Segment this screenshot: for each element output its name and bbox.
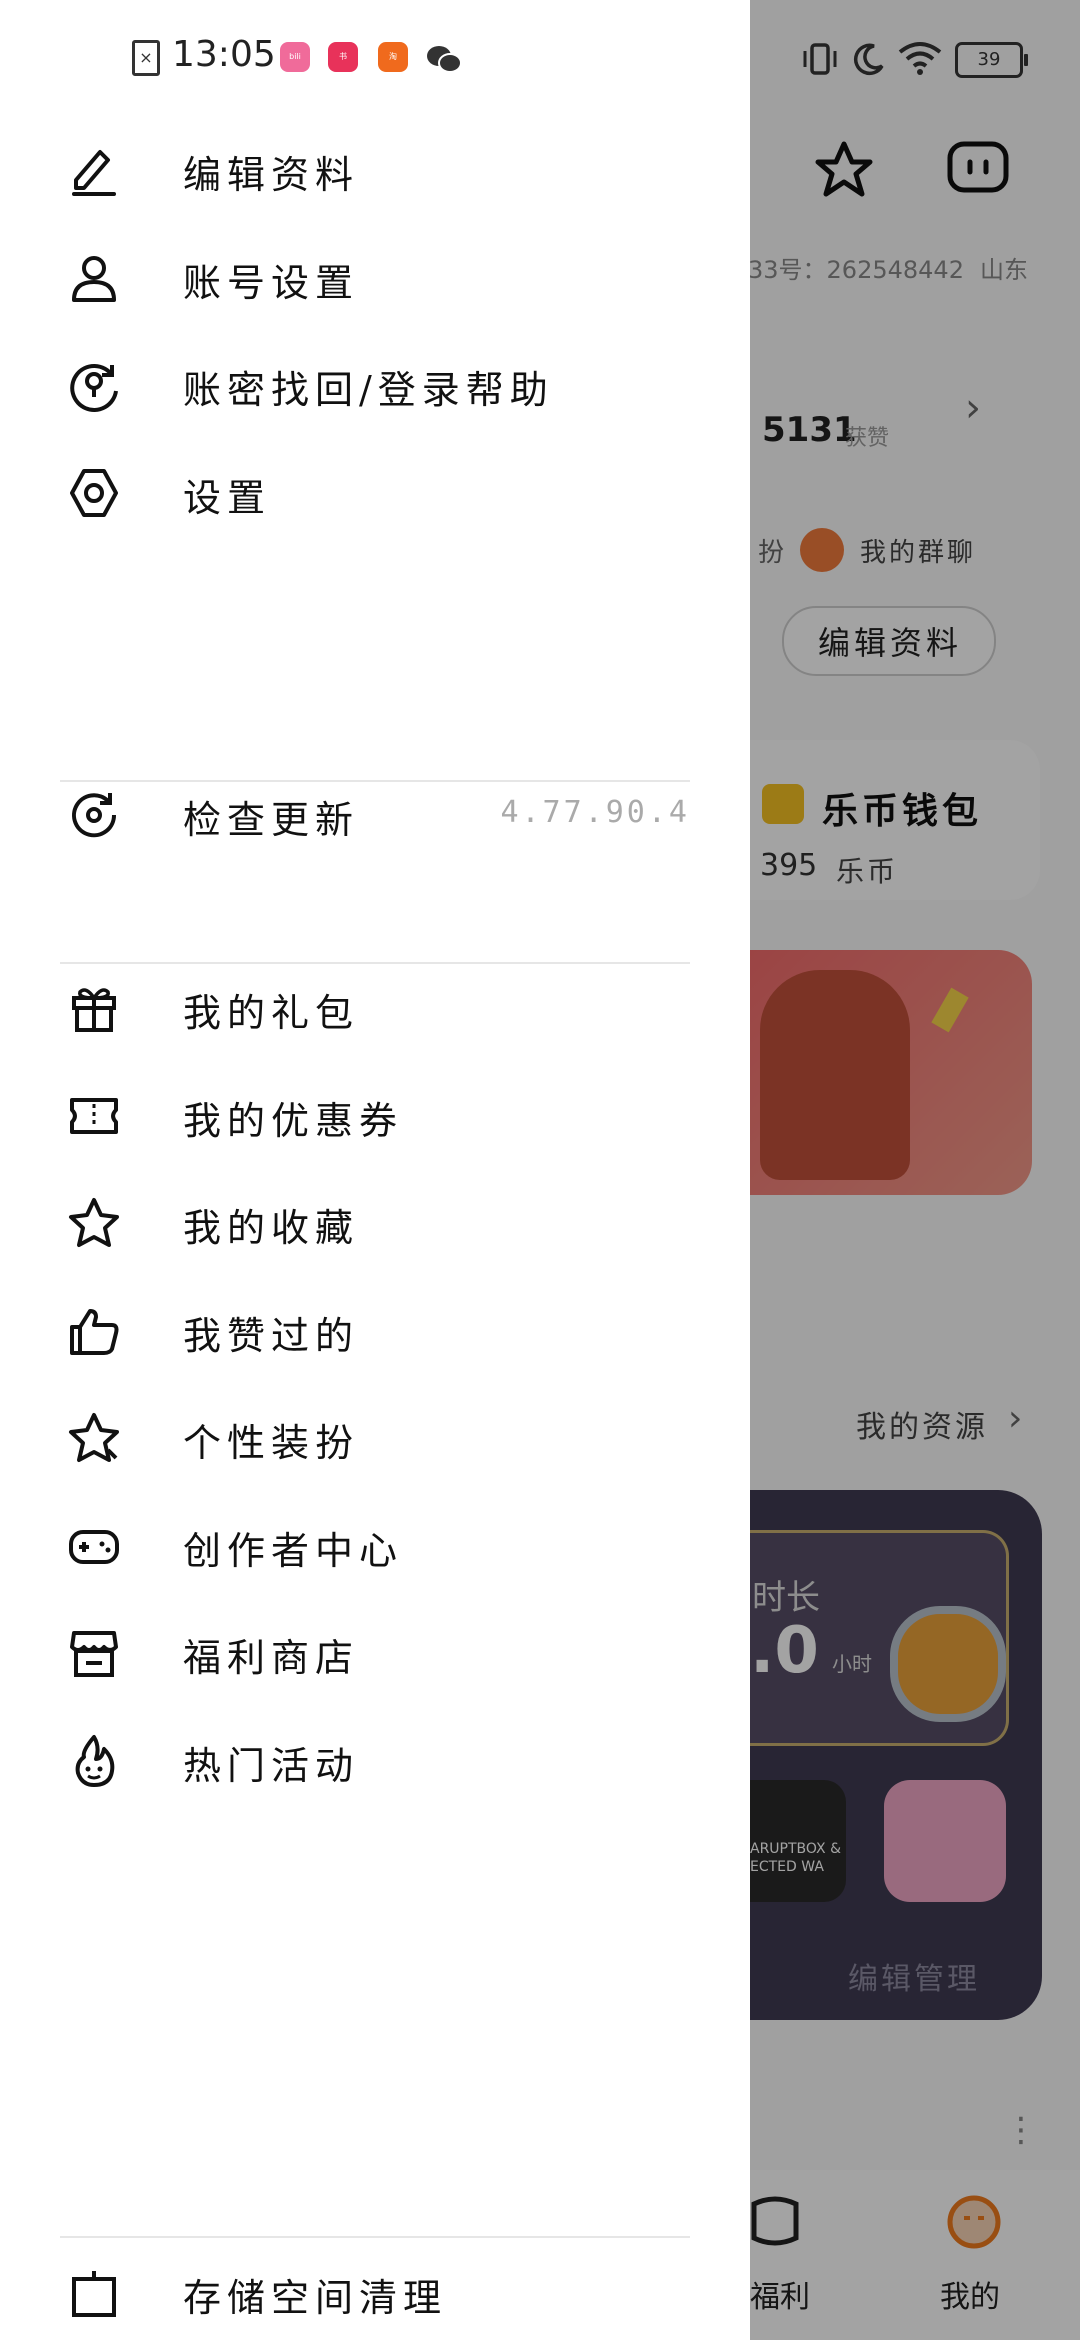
gift-icon [72, 988, 116, 1032]
sparkle-star-icon [69, 1413, 119, 1462]
menu-item[interactable]: 我的优惠券 [0, 1060, 750, 1170]
user-icon [72, 256, 116, 302]
menu-item-label: 检查更新 [183, 798, 360, 842]
wechat-app-icon [427, 46, 462, 73]
menu-item[interactable]: 账密找回/登录帮助 [0, 329, 750, 439]
menu-item-label: 编辑资料 [183, 153, 360, 197]
drawer-scrim[interactable] [750, 0, 1080, 2340]
status-time: 13:05 [172, 34, 276, 75]
storage-clean-icon [72, 2271, 116, 2317]
edit-icon [72, 150, 116, 196]
menu-item-label: 我赞过的 [183, 1314, 360, 1358]
menu-item-label: 我的礼包 [183, 991, 360, 1035]
account-recovery-icon [70, 364, 118, 412]
coupon-icon [70, 1098, 118, 1134]
side-drawer: 编辑资料账号设置账密找回/登录帮助 设置检查更新 4.77.90.4 我的礼包我的优惠… [0, 0, 750, 2340]
battery-level: 39 [977, 49, 1001, 70]
menu-item[interactable]: 账号设置 [0, 222, 750, 332]
menu-item-label: 存储空间清理 [183, 2276, 448, 2320]
menu-item[interactable]: 我的礼包 [0, 952, 750, 1062]
battery-indicator: 39 [955, 42, 1028, 78]
thumbs-up-icon [70, 1309, 119, 1355]
menu-item-label: 账号设置 [183, 261, 360, 305]
menu-item-label: 账密找回/登录帮助 [183, 368, 554, 412]
menu-item[interactable]: 创作者中心 [0, 1490, 750, 1600]
menu-item[interactable]: 设置 [0, 437, 750, 547]
vibrate-icon [803, 43, 837, 75]
no-sim-icon: × [132, 40, 160, 76]
bilibili-app-icon: bili [280, 42, 310, 72]
menu-item-label: 福利商店 [183, 1636, 360, 1680]
menu-item-label: 设置 [183, 476, 272, 520]
version-text: 4.77.90.4 [500, 795, 690, 830]
menu-item[interactable]: 存储空间清理 [0, 2237, 750, 2347]
menu-item-label: 个性装扮 [183, 1421, 360, 1465]
status-bar: × 13:05 bili 书 淘 39 [0, 0, 1080, 110]
divider [60, 962, 690, 964]
menu-item[interactable]: 福利商店 [0, 1597, 750, 1707]
menu-item-label: 我的收藏 [183, 1206, 360, 1250]
menu-item[interactable]: 热门活动 [0, 1705, 750, 1815]
menu-item[interactable]: 个性装扮 [0, 1382, 750, 1492]
gamepad-icon [69, 1530, 119, 1564]
menu-item[interactable]: 我的收藏 [0, 1167, 750, 1277]
store-icon [70, 1631, 118, 1677]
menu-item[interactable]: 我赞过的 [0, 1275, 750, 1385]
menu-item-label: 热门活动 [183, 1744, 360, 1788]
divider [60, 2236, 690, 2238]
taobao-app-icon: 淘 [378, 42, 408, 72]
menu-item[interactable]: 检查更新 4.77.90.4 [0, 759, 750, 869]
update-check-icon [72, 793, 117, 838]
wifi-icon [898, 42, 942, 75]
settings-hexagon-icon [70, 469, 118, 517]
menu-item-label: 创作者中心 [183, 1529, 404, 1573]
menu-item-label: 我的优惠券 [183, 1099, 404, 1143]
menu-item[interactable]: 编辑资料 [0, 114, 750, 224]
dnd-moon-icon [853, 43, 884, 76]
xiaohongshu-app-icon: 书 [328, 42, 358, 72]
divider [60, 780, 690, 782]
star-icon [69, 1198, 119, 1247]
hot-activity-icon [75, 1735, 115, 1787]
